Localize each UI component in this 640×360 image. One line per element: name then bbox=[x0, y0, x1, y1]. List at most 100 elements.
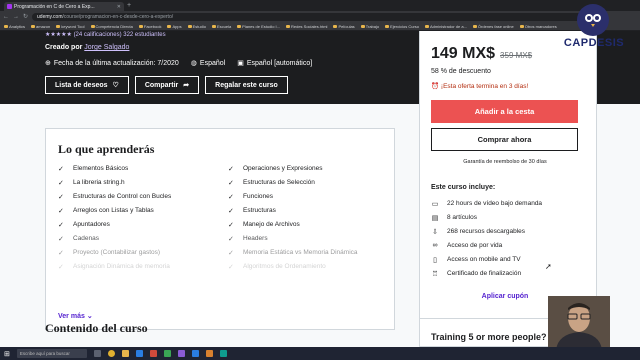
bookmarks-bar: Analytics amazon keyword Tool Competencia D… bbox=[0, 22, 640, 31]
original-price: 359 MX$ bbox=[500, 51, 533, 60]
browser-tab[interactable]: Programación en C de Cero a Exp... ✕ bbox=[4, 2, 124, 11]
app-icon[interactable] bbox=[219, 350, 227, 357]
bookmark-folder-icon bbox=[472, 24, 477, 28]
bookmark-folder-icon bbox=[167, 24, 172, 28]
course-captions: ▣ Español [automático] bbox=[237, 60, 313, 67]
learn-item: ✓ Estructuras de Selección bbox=[228, 179, 315, 187]
bookmark-item[interactable]: Películas bbox=[333, 24, 355, 29]
bookmark-item[interactable]: Ejercicios Curso bbox=[385, 24, 419, 29]
mobile-icon: ▯ bbox=[433, 256, 437, 264]
updated-date: ⊕ Fecha de la última actualización: 7/202… bbox=[45, 60, 179, 67]
offer-countdown: ⏰ ¡Esta oferta termina en 3 días! bbox=[431, 83, 529, 90]
see-more-button[interactable]: Ver más ⌄ bbox=[58, 312, 93, 320]
lifetime-icon: ∞ bbox=[432, 242, 438, 249]
discount-label: 58 % de descuento bbox=[431, 68, 491, 75]
bookmark-item[interactable]: Competencia Directa bbox=[90, 24, 133, 29]
heart-icon: ♡ bbox=[112, 82, 119, 89]
buy-now-button[interactable]: Comprar ahora bbox=[431, 128, 578, 151]
url-input[interactable]: udemy.com /course/programacion-en-c-desd… bbox=[32, 12, 593, 21]
price-block: 149 MX$ 359 MX$ bbox=[431, 45, 532, 63]
bookmark-folder-icon bbox=[519, 24, 524, 28]
taskbar-search-input[interactable]: Escribe aquí para buscar bbox=[16, 349, 87, 358]
close-tab-icon[interactable]: ✕ bbox=[117, 4, 121, 10]
url-path: /course/programacion-en-c-desde-cero-a-e… bbox=[62, 13, 174, 20]
learn-item: ✓ Memoria Estática vs Memoria Dinámica bbox=[228, 249, 358, 257]
bookmark-item[interactable]: Trabajo bbox=[360, 24, 379, 29]
check-icon: ✓ bbox=[58, 207, 64, 215]
app-icon[interactable] bbox=[163, 350, 171, 357]
bookmark-item[interactable]: Estudio bbox=[187, 24, 206, 29]
app-icon[interactable] bbox=[135, 350, 143, 357]
includes-item: ▤ 8 artículos bbox=[431, 214, 477, 222]
windows-start-icon[interactable]: ⊞ bbox=[4, 350, 10, 358]
bookmark-folder-icon bbox=[90, 24, 95, 28]
app-icon[interactable] bbox=[149, 350, 157, 357]
includes-item: ⇩ 268 recursos descargables bbox=[432, 228, 526, 236]
bookmark-item[interactable]: Escuela bbox=[211, 24, 231, 29]
learn-item: ✓ Manejo de Archivos bbox=[228, 221, 300, 229]
check-icon: ✓ bbox=[58, 179, 64, 187]
bookmark-folder-icon bbox=[4, 24, 8, 28]
bookmark-item[interactable]: Redes Sociales.html bbox=[285, 24, 327, 29]
bookmark-item[interactable]: Órdenes fase online bbox=[472, 24, 514, 29]
bookmark-item[interactable]: Planes de Estudio I... bbox=[237, 24, 280, 29]
app-icon[interactable] bbox=[177, 350, 185, 357]
share-icon: ➦ bbox=[183, 82, 190, 89]
check-icon: ✓ bbox=[228, 221, 234, 229]
app-icon[interactable] bbox=[205, 350, 213, 357]
check-icon: ✓ bbox=[228, 235, 234, 243]
current-price: 149 MX$ bbox=[431, 45, 496, 62]
tab-title: Programación en C de Cero a Exp... bbox=[14, 3, 95, 10]
browser-tab-bar: Programación en C de Cero a Exp... ✕ + bbox=[0, 0, 640, 11]
learn-item: ✓ Arreglos con Listas y Tablas bbox=[58, 207, 154, 215]
reload-icon[interactable]: ↻ bbox=[23, 13, 28, 20]
learn-item: ✓ Estructuras de Control con Bucles bbox=[58, 193, 172, 201]
rating-line: ★★★★★ (24 calificaciones) 322 estudiante… bbox=[45, 32, 166, 38]
back-icon[interactable]: ← bbox=[3, 14, 9, 20]
new-tab-icon[interactable]: + bbox=[127, 2, 131, 9]
learn-item: ✓ Elementos Básicos bbox=[58, 165, 129, 173]
check-icon: ✓ bbox=[228, 193, 234, 201]
bookmark-folder-icon bbox=[285, 24, 290, 28]
check-icon: ✓ bbox=[58, 249, 64, 257]
bookmark-item[interactable]: keyword Tool bbox=[56, 24, 85, 29]
add-to-cart-button[interactable]: Añadir a la cesta bbox=[431, 100, 578, 123]
share-button[interactable]: Compartir ➦ bbox=[134, 76, 200, 94]
bookmark-item[interactable]: Apps bbox=[167, 24, 182, 29]
explorer-icon[interactable] bbox=[121, 350, 129, 357]
hero-actions: Lista de deseos ♡ Compartir ➦ Regalar este… bbox=[45, 76, 288, 94]
course-page: ★★★★★ (24 calificaciones) 322 estudiante… bbox=[0, 31, 640, 347]
taskview-icon[interactable] bbox=[93, 350, 101, 357]
bookmark-item[interactable]: Facebook bbox=[138, 24, 161, 29]
learn-title: Lo que aprenderás bbox=[58, 142, 155, 156]
wishlist-button[interactable]: Lista de deseos ♡ bbox=[45, 76, 129, 94]
learn-list: ✓ Elementos Básicos ✓ Operaciones y Expresi… bbox=[58, 164, 388, 271]
forward-icon[interactable]: → bbox=[13, 14, 19, 20]
gift-button[interactable]: Regalar este curso bbox=[205, 76, 288, 94]
chevron-down-icon: ⌄ bbox=[86, 313, 93, 320]
bookmark-folder-icon bbox=[56, 24, 61, 28]
bookmark-folder-icon bbox=[360, 24, 365, 28]
includes-item: ▯ Access on mobile and TV bbox=[431, 255, 542, 264]
clock-icon: ⏰ bbox=[431, 83, 440, 90]
mouse-cursor-icon: ➚ bbox=[545, 262, 552, 271]
app-icon[interactable] bbox=[191, 350, 199, 357]
learn-item: ✓ Proyecto (Contabilizar gastos) bbox=[58, 249, 161, 257]
system-tray-clock[interactable] bbox=[635, 351, 636, 356]
course-meta: ⊕ Fecha de la última actualización: 7/202… bbox=[45, 59, 312, 67]
learn-item: ✓ Funciones bbox=[228, 193, 273, 201]
udemy-favicon-icon bbox=[7, 4, 12, 9]
learn-item: ✓ Apuntadores bbox=[58, 221, 110, 229]
chrome-icon[interactable] bbox=[107, 350, 115, 357]
bookmark-item[interactable]: amazon bbox=[31, 24, 50, 29]
check-icon: ✓ bbox=[228, 165, 234, 173]
bookmark-item[interactable]: Otros marcadores bbox=[519, 24, 557, 29]
includes-item: ▭ 22 hours de vídeo bajo demanda bbox=[431, 200, 543, 208]
url-host: udemy.com bbox=[37, 13, 63, 20]
bookmark-item[interactable]: Analytics bbox=[4, 24, 25, 29]
creator-link[interactable]: Jorge Salgado bbox=[84, 44, 129, 51]
includes-list: ▭ 22 hours de vídeo bajo demanda ▤ 8 artícu… bbox=[431, 199, 542, 278]
check-icon: ✓ bbox=[58, 263, 64, 271]
check-icon: ✓ bbox=[58, 235, 64, 243]
bookmark-item[interactable]: Administrador de a... bbox=[425, 24, 467, 29]
